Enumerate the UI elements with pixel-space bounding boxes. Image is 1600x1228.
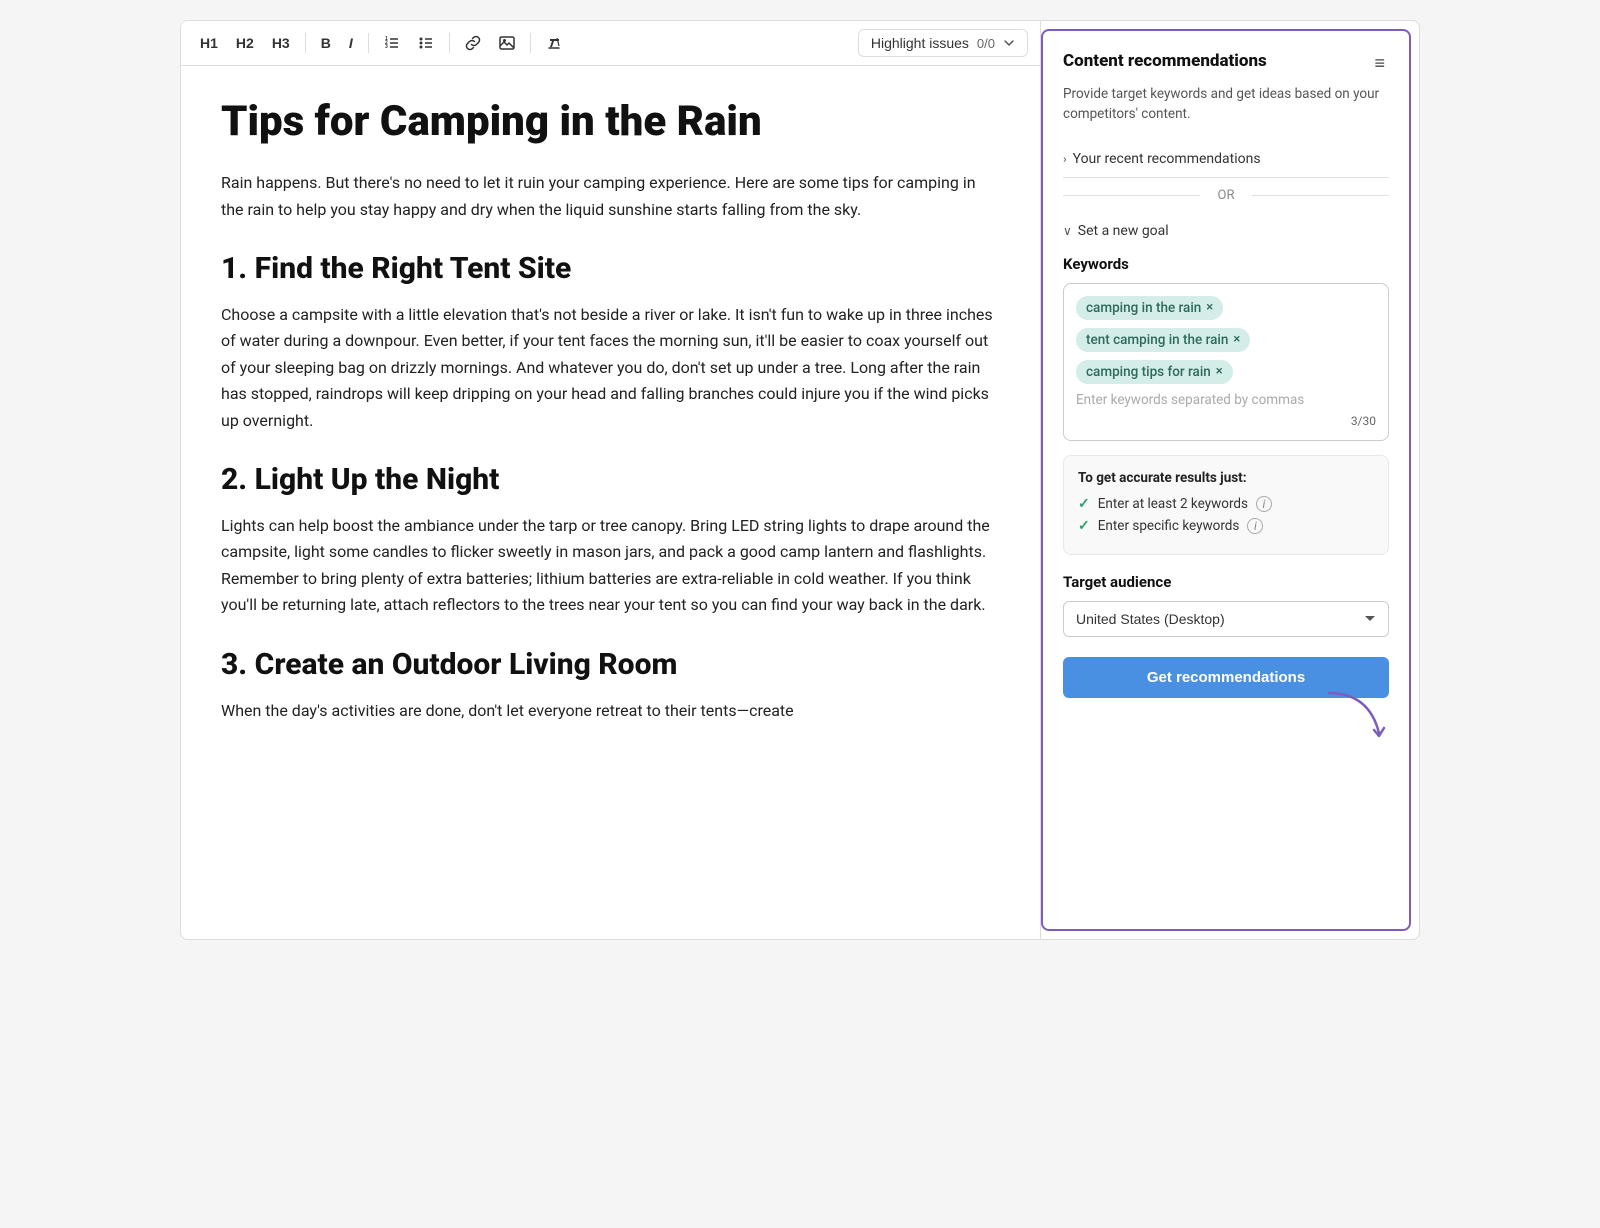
recent-recommendations-row[interactable]: › Your recent recommendations bbox=[1063, 141, 1389, 178]
image-button[interactable] bbox=[492, 31, 522, 55]
highlight-issues-button[interactable]: Highlight issues 0/0 bbox=[858, 29, 1028, 57]
keyword-tag-2: tent camping in the rain × bbox=[1076, 328, 1250, 352]
app-container: H1 H2 H3 B I 1 2 3 bbox=[180, 20, 1420, 940]
sidebar-header: Content recommendations ≡ bbox=[1063, 51, 1389, 76]
separator-3 bbox=[449, 33, 450, 53]
keyword-tag-3: camping tips for rain × bbox=[1076, 360, 1233, 384]
keyword-tag-3-label: camping tips for rain bbox=[1086, 364, 1211, 380]
accurate-item-1: ✓ Enter at least 2 keywords i bbox=[1078, 496, 1374, 512]
keyword-tag-2-remove[interactable]: × bbox=[1233, 333, 1240, 346]
keyword-placeholder: Enter keywords separated by commas bbox=[1076, 392, 1376, 408]
keyword-tag-1-remove[interactable]: × bbox=[1206, 301, 1213, 314]
target-audience-title: Target audience bbox=[1063, 573, 1389, 591]
accurate-item-2-label: Enter specific keywords bbox=[1098, 518, 1240, 534]
ordered-list-button[interactable]: 1 2 3 bbox=[377, 31, 407, 55]
sidebar-inner: Content recommendations ≡ Provide target… bbox=[1043, 31, 1409, 929]
accurate-results-title: To get accurate results just: bbox=[1078, 470, 1374, 486]
article-title: Tips for Camping in the Rain bbox=[221, 98, 1000, 146]
separator-4 bbox=[530, 33, 531, 53]
section1-heading: 1. Find the Right Tent Site bbox=[221, 251, 1000, 286]
link-button[interactable] bbox=[458, 31, 488, 55]
keywords-box[interactable]: camping in the rain × tent camping in th… bbox=[1063, 283, 1389, 441]
chevron-right-icon: › bbox=[1063, 152, 1067, 166]
chevron-down-icon bbox=[1003, 37, 1015, 49]
unordered-list-button[interactable] bbox=[411, 31, 441, 55]
get-recommendations-area: Get recommendations bbox=[1063, 657, 1389, 698]
keyword-tag-1: camping in the rain × bbox=[1076, 296, 1223, 320]
sidebar-description: Provide target keywords and get ideas ba… bbox=[1063, 84, 1389, 125]
editor-content: Tips for Camping in the Rain Rain happen… bbox=[181, 66, 1040, 939]
keyword-count: 3/30 bbox=[1076, 414, 1376, 428]
h1-button[interactable]: H1 bbox=[193, 31, 225, 55]
h2-button[interactable]: H2 bbox=[229, 31, 261, 55]
editor-panel: H1 H2 H3 B I 1 2 3 bbox=[181, 21, 1041, 939]
hamburger-icon[interactable]: ≡ bbox=[1370, 51, 1389, 76]
section3-heading: 3. Create an Outdoor Living Room bbox=[221, 647, 1000, 682]
check-icon-2: ✓ bbox=[1078, 518, 1090, 534]
audience-select[interactable]: United States (Desktop) United States (M… bbox=[1063, 601, 1389, 637]
keyword-tags: camping in the rain × tent camping in th… bbox=[1076, 296, 1376, 384]
or-divider: OR bbox=[1063, 178, 1389, 213]
curved-arrow-annotation bbox=[1319, 688, 1399, 748]
sidebar-title: Content recommendations bbox=[1063, 51, 1267, 71]
info-icon-1[interactable]: i bbox=[1256, 496, 1272, 512]
info-icon-2[interactable]: i bbox=[1247, 518, 1263, 534]
keyword-tag-3-remove[interactable]: × bbox=[1216, 365, 1223, 378]
accurate-results-box: To get accurate results just: ✓ Enter at… bbox=[1063, 455, 1389, 555]
svg-text:3: 3 bbox=[385, 44, 388, 50]
set-goal-label: Set a new goal bbox=[1078, 223, 1169, 239]
italic-button[interactable]: I bbox=[342, 31, 360, 55]
h3-button[interactable]: H3 bbox=[265, 31, 297, 55]
section1-body: Choose a campsite with a little elevatio… bbox=[221, 302, 1000, 434]
toolbar: H1 H2 H3 B I 1 2 3 bbox=[181, 21, 1040, 66]
highlight-issues-label: Highlight issues bbox=[871, 35, 969, 51]
article-intro: Rain happens. But there's no need to let… bbox=[221, 170, 1000, 223]
separator-1 bbox=[305, 33, 306, 53]
check-icon-1: ✓ bbox=[1078, 496, 1090, 512]
sidebar-panel: Content recommendations ≡ Provide target… bbox=[1041, 29, 1411, 931]
accurate-item-1-label: Enter at least 2 keywords bbox=[1098, 496, 1248, 512]
clear-format-button[interactable] bbox=[539, 31, 569, 55]
keyword-tag-1-label: camping in the rain bbox=[1086, 300, 1201, 316]
keywords-section-title: Keywords bbox=[1063, 255, 1389, 273]
separator-2 bbox=[368, 33, 369, 53]
set-goal-row[interactable]: ∨ Set a new goal bbox=[1063, 213, 1389, 255]
section3-body: When the day's activities are done, don'… bbox=[221, 698, 1000, 724]
target-audience-section: Target audience United States (Desktop) … bbox=[1063, 573, 1389, 637]
bold-button[interactable]: B bbox=[314, 31, 338, 55]
accurate-item-2: ✓ Enter specific keywords i bbox=[1078, 518, 1374, 534]
recent-recommendations-label: Your recent recommendations bbox=[1073, 151, 1261, 167]
section2-heading: 2. Light Up the Night bbox=[221, 462, 1000, 497]
section2-body: Lights can help boost the ambiance under… bbox=[221, 513, 1000, 619]
chevron-down-icon: ∨ bbox=[1063, 224, 1072, 238]
keyword-tag-2-label: tent camping in the rain bbox=[1086, 332, 1228, 348]
highlight-count: 0/0 bbox=[977, 36, 995, 51]
